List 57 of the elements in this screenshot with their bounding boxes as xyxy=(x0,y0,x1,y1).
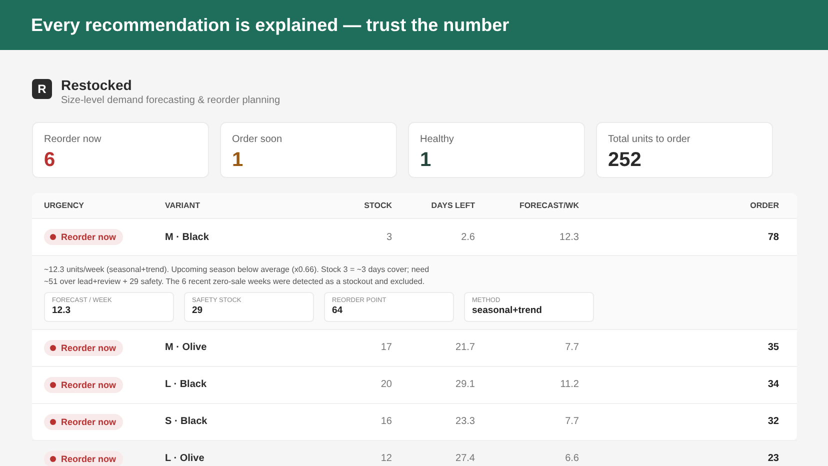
stat-value: 1 xyxy=(420,149,432,172)
forecast-cell-text: 7.7 xyxy=(564,416,579,428)
urgency-badge: Reorder now xyxy=(44,340,124,356)
stat-value: 6 xyxy=(44,149,56,172)
days-left-cell-text: 21.7 xyxy=(454,342,475,354)
order-cell-text: 35 xyxy=(766,342,779,354)
column-header: VARIANT xyxy=(165,201,201,210)
metric-value: 12.3 xyxy=(52,304,72,316)
stock-cell-text: 17 xyxy=(380,342,392,354)
forecast-cell-text: 12.3 xyxy=(558,232,579,242)
stat-label: Order soon xyxy=(232,134,284,145)
stat-label: Total units to order xyxy=(608,134,692,145)
days-left-cell-text: 27.4 xyxy=(454,453,475,464)
days-left-cell-text: 29.1 xyxy=(454,379,475,390)
stat-label: Reorder now xyxy=(44,134,102,145)
variant-cell-text: L · Black xyxy=(165,379,208,390)
order-cell-text: 32 xyxy=(766,416,779,428)
forecast-cell-text: 6.6 xyxy=(564,453,579,464)
variant-cell-text: M · Olive xyxy=(165,342,208,354)
explanation-text: ~12.3 units/week (seasonal+trend). Upcoming season below average (x0.66). Stock 3 = ~3 days cover; need ~51 over lead+review + 29 safety. The 6 recent zero-sale weeks were detected as a stockout and excluded. xyxy=(44,264,430,288)
metric-value: 29 xyxy=(192,304,204,316)
table-row[interactable]: Reorder now L · Black 20 29.1 11.2 34 xyxy=(32,366,797,404)
app-tagline: Size-level demand forecasting & reorder planning xyxy=(61,95,280,106)
column-header: FORECAST/WK xyxy=(518,201,579,210)
banner-title: Every recommendation is explained — trust the number xyxy=(31,14,510,36)
order-cell-text: 34 xyxy=(766,379,779,390)
order-cell-text: 23 xyxy=(766,453,779,464)
forecast-cell-text: 7.7 xyxy=(564,342,579,354)
stock-cell-text: 16 xyxy=(380,416,392,428)
column-header: DAYS LEFT xyxy=(430,201,475,210)
logo-icon: R xyxy=(32,79,52,99)
urgency-badge: Reorder now xyxy=(44,376,124,393)
stat-value: 1 xyxy=(232,149,244,172)
app-name: Restocked xyxy=(61,77,133,93)
variant-cell-text: M · Black xyxy=(165,232,210,242)
stat-value: 252 xyxy=(608,149,642,172)
order-cell-text: 78 xyxy=(766,232,779,242)
urgency-badge: Reorder now xyxy=(44,450,124,466)
variant-cell-text: S · Black xyxy=(165,416,208,428)
table-row[interactable]: Reorder now M · Olive 17 21.7 7.7 35 xyxy=(32,330,797,367)
column-header: STOCK xyxy=(363,201,392,210)
days-left-cell-text: 23.3 xyxy=(454,416,475,428)
table-row[interactable]: Reorder now L · Olive 12 27.4 6.6 23 xyxy=(32,440,797,466)
table-row[interactable]: Reorder now S · Black 16 23.3 7.7 32 xyxy=(32,404,797,441)
stock-cell-text: 20 xyxy=(380,379,392,390)
urgency-badge: Reorder now xyxy=(44,414,124,430)
variant-cell-text: L · Olive xyxy=(165,453,206,464)
column-header: URGENCY xyxy=(44,201,86,210)
stat-label: Healthy xyxy=(420,134,455,145)
metric-value: 64 xyxy=(332,304,344,316)
forecast-cell-text: 11.2 xyxy=(559,379,579,390)
stock-cell-text: 12 xyxy=(380,453,392,464)
days-left-cell-text: 2.6 xyxy=(460,232,475,242)
metric-value: seasonal+trend xyxy=(472,304,543,316)
column-header: ORDER xyxy=(749,201,779,210)
stock-cell-text: 3 xyxy=(385,232,392,242)
urgency-badge: Reorder now xyxy=(44,229,124,245)
